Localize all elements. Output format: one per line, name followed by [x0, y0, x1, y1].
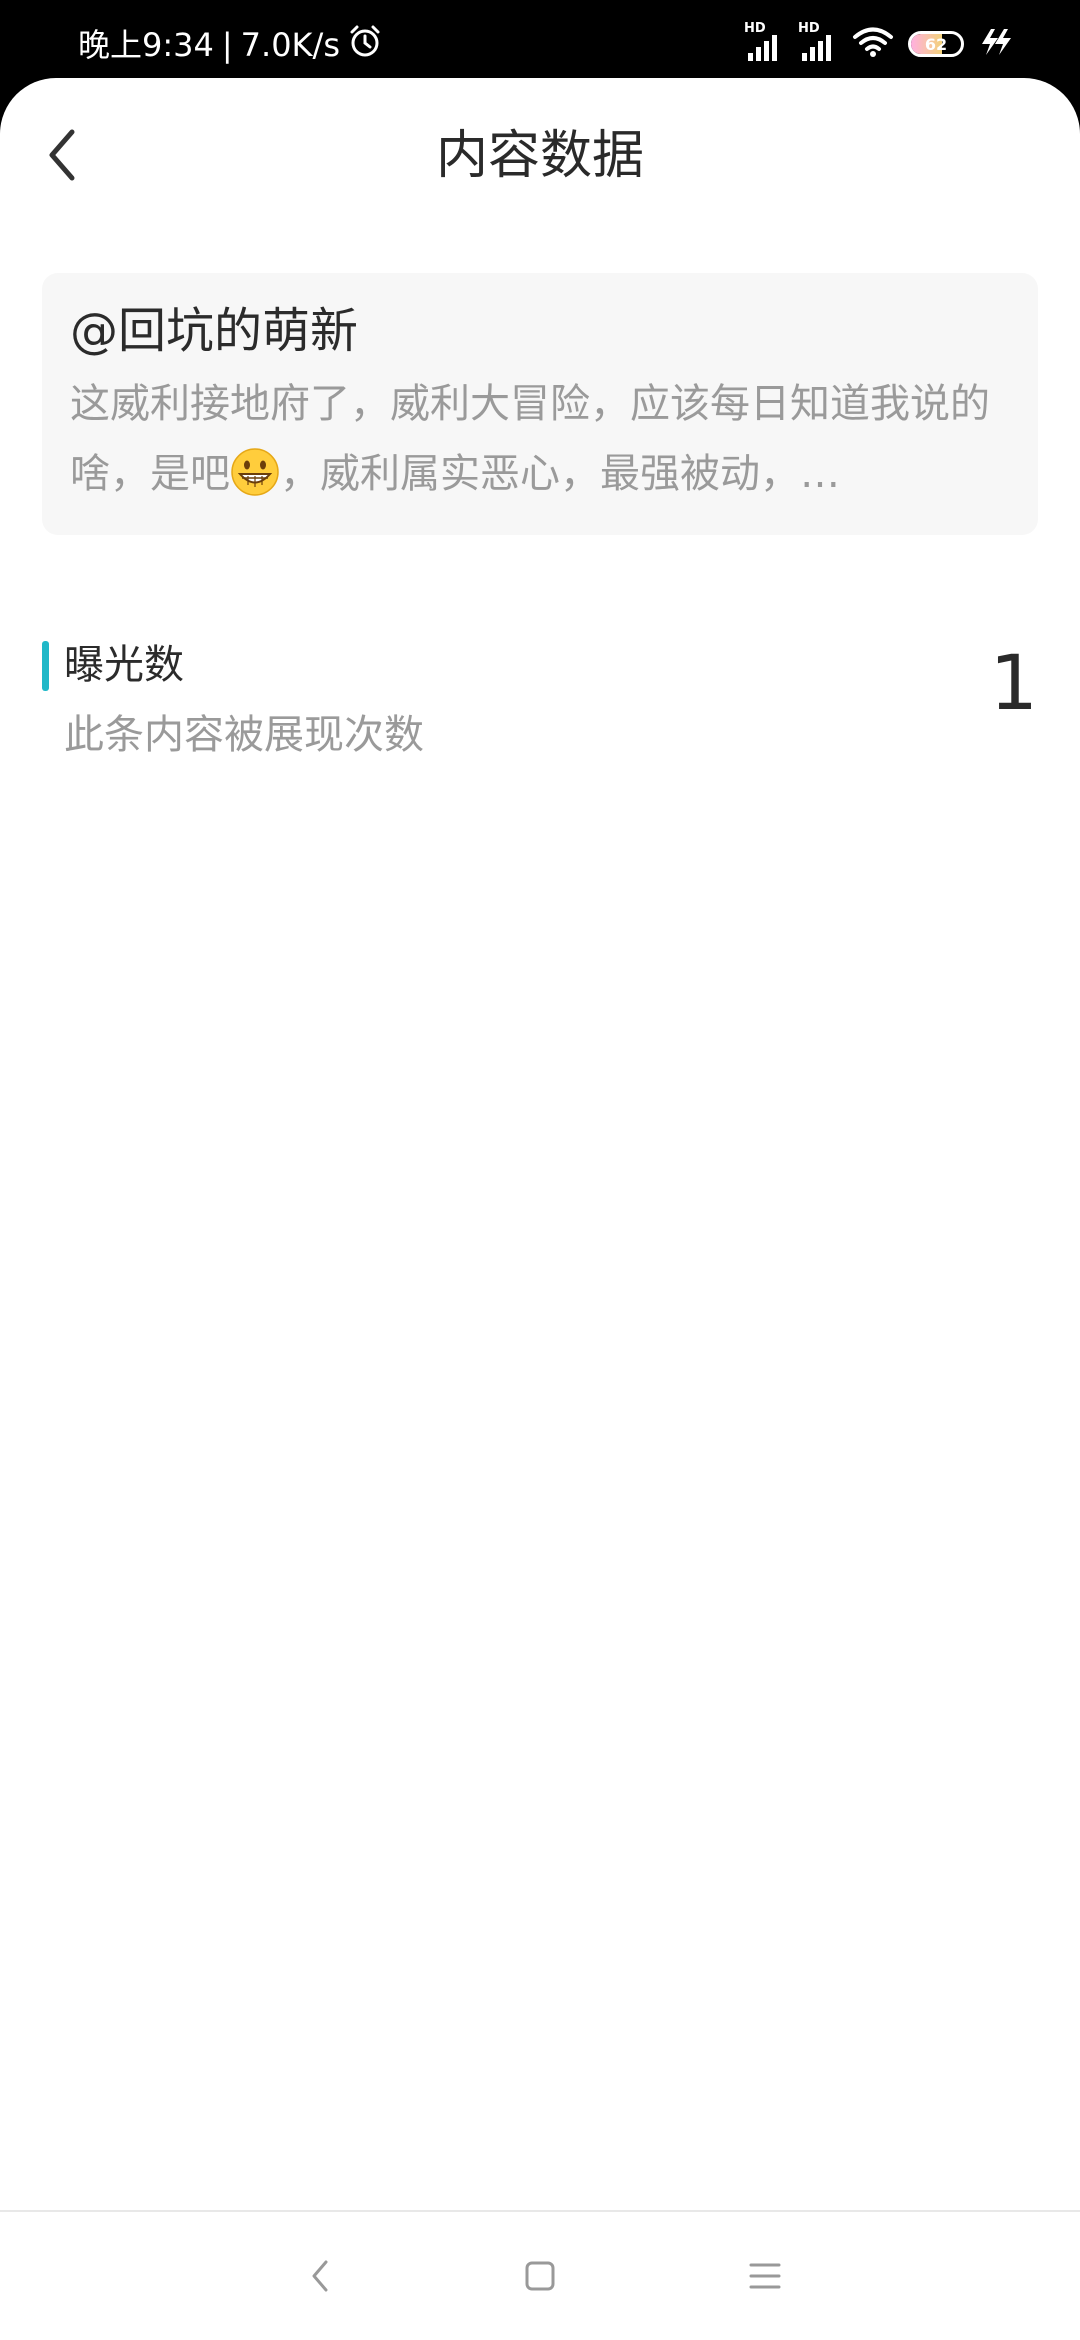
app-screen: 内容数据 @回坑的萌新 这威利接地府了，威利大冒险，应该每日知道我说的啥，是吧，…: [0, 78, 1080, 2340]
page-title: 内容数据: [435, 126, 644, 186]
metric-accent-bar: [42, 641, 49, 691]
post-author: @回坑的萌新: [70, 303, 359, 359]
home-nav-icon[interactable]: [510, 2246, 570, 2306]
signal-hd-icon: HD: [744, 21, 784, 61]
battery-level: 62: [924, 34, 948, 54]
metric-value: 1: [989, 638, 1038, 727]
back-nav-icon[interactable]: [290, 2246, 350, 2306]
alarm-icon: [348, 24, 382, 65]
menu-nav-icon[interactable]: [735, 2246, 795, 2306]
signal-hd-icon: HD: [798, 21, 838, 61]
metric-label: 曝光数: [64, 642, 184, 688]
content-card[interactable]: @回坑的萌新 这威利接地府了，威利大冒险，应该每日知道我说的啥，是吧 ，威利属实恶…: [42, 273, 1038, 535]
status-bar: 晚上9:34 | 7.0K/s HD HD 62: [0, 0, 1080, 78]
wifi-icon: [852, 26, 894, 62]
status-time: 晚上9:34: [78, 25, 214, 64]
network-speed: 7.0K/s: [240, 25, 340, 64]
grinning-face-emoji-icon: [230, 447, 280, 497]
post-text-after-emoji: ，威利属实恶心，最强被动，…: [280, 451, 840, 497]
charging-icon: [978, 27, 1012, 61]
status-separator: |: [221, 25, 233, 64]
post-excerpt: 这威利接地府了，威利大冒险，应该每日知道我说的啥，是吧 ，威利属实恶心，最强被动，…: [70, 369, 1010, 509]
status-right: HD HD 62: [744, 21, 1012, 62]
metric-description: 此条内容被展现次数: [64, 712, 424, 758]
header: 内容数据: [0, 78, 1080, 234]
system-nav-bar: [0, 2210, 1080, 2340]
status-left: 晚上9:34 | 7.0K/s: [78, 24, 382, 65]
exposure-metric-row: 曝光数 此条内容被展现次数 1: [42, 633, 1038, 783]
battery-icon: 62: [908, 31, 964, 57]
